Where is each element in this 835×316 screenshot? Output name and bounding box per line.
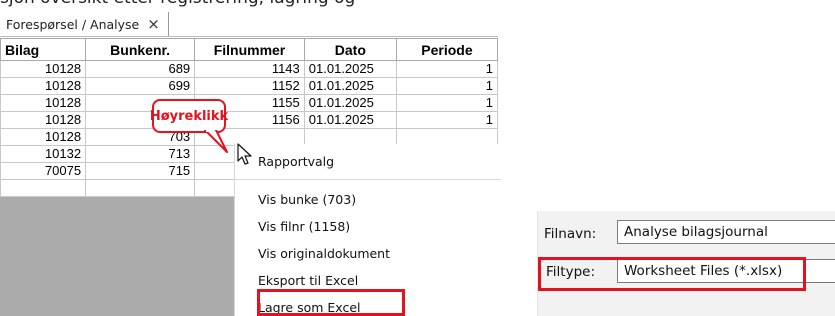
table-row[interactable]: 10128 689 1143 01.01.2025 1 xyxy=(0,60,499,78)
cell-periode[interactable]: 1 xyxy=(395,94,499,112)
cell-periode[interactable]: 1 xyxy=(395,111,499,129)
cell-dato[interactable]: 01.01.2025 xyxy=(303,60,397,78)
menu-item-eksport-til-excel[interactable]: Eksport til Excel xyxy=(258,273,358,288)
callout-tail-icon xyxy=(204,130,228,153)
tab-bar: Forespørsel / Analyse × xyxy=(0,12,498,37)
filename-field[interactable]: Analyse bilagsjournal xyxy=(617,220,835,244)
cell-bilag[interactable]: 10128 xyxy=(0,111,87,129)
cell-bunkenr[interactable] xyxy=(85,179,196,197)
column-header-periode[interactable]: Periode xyxy=(395,38,499,61)
cell-bilag[interactable]: 70075 xyxy=(0,162,87,180)
right-click-callout: Høyreklikk xyxy=(149,99,229,133)
cell-periode[interactable]: 1 xyxy=(395,60,499,78)
cell-periode[interactable]: 1 xyxy=(395,77,499,95)
menu-item-vis-bunke[interactable]: Vis bunke (703) xyxy=(258,192,356,207)
cell-bilag[interactable] xyxy=(0,179,87,197)
callout-label: Høyreklikk xyxy=(149,108,229,124)
tab-label: Forespørsel / Analyse xyxy=(6,16,140,32)
column-header-bilag[interactable]: Bilag xyxy=(0,38,87,61)
cell-dato[interactable]: 01.01.2025 xyxy=(303,111,397,129)
cell-bilag[interactable]: 10128 xyxy=(0,128,87,146)
cell-filnummer[interactable]: 1152 xyxy=(194,77,305,95)
table-header-row: Bilag Bunkenr. Filnummer Dato Periode xyxy=(0,38,499,61)
column-header-dato[interactable]: Dato xyxy=(303,38,397,61)
cell-bunkenr[interactable]: 689 xyxy=(85,60,196,78)
cell-bilag[interactable]: 10128 xyxy=(0,77,87,95)
mouse-pointer-icon xyxy=(237,143,252,165)
cell-bilag[interactable]: 10128 xyxy=(0,60,87,78)
menu-item-vis-originaldokument[interactable]: Vis originaldokument xyxy=(258,246,390,261)
filename-label: Filnavn: xyxy=(544,226,597,242)
tab-foresporsel-analyse[interactable]: Forespørsel / Analyse × xyxy=(0,12,169,36)
cell-bilag[interactable]: 10128 xyxy=(0,94,87,112)
save-as-dialog: Filnavn: Analyse bilagsjournal Filtype: … xyxy=(537,211,835,316)
menu-separator xyxy=(235,179,501,180)
column-header-filnummer[interactable]: Filnummer xyxy=(194,38,305,61)
cell-bunkenr[interactable]: 699 xyxy=(85,77,196,95)
table-row[interactable]: 10128 1156 01.01.2025 1 xyxy=(0,111,499,129)
menu-item-rapportvalg[interactable]: Rapportvalg xyxy=(258,154,334,169)
menu-item-vis-filnr[interactable]: Vis filnr (1158) xyxy=(258,219,350,234)
cell-periode[interactable] xyxy=(395,128,499,146)
column-header-bunkenr[interactable]: Bunkenr. xyxy=(85,38,196,61)
partial-heading-text: sjon oversikt etter registrering, lagrin… xyxy=(0,0,355,8)
table-row[interactable]: 10128 699 1152 01.01.2025 1 xyxy=(0,77,499,95)
cell-bunkenr[interactable]: 715 xyxy=(85,162,196,180)
cell-filnummer[interactable]: 1143 xyxy=(194,60,305,78)
lagre-som-excel-highlight xyxy=(257,289,405,316)
filetype-highlight xyxy=(538,257,806,291)
cell-bunkenr[interactable]: 713 xyxy=(85,145,196,163)
table-row[interactable]: 10128 1155 01.01.2025 1 xyxy=(0,94,499,112)
cell-dato[interactable]: 01.01.2025 xyxy=(303,77,397,95)
cell-bilag[interactable]: 10132 xyxy=(0,145,87,163)
cell-dato[interactable]: 01.01.2025 xyxy=(303,94,397,112)
cell-dato[interactable] xyxy=(303,128,397,146)
close-icon[interactable]: × xyxy=(147,16,160,32)
